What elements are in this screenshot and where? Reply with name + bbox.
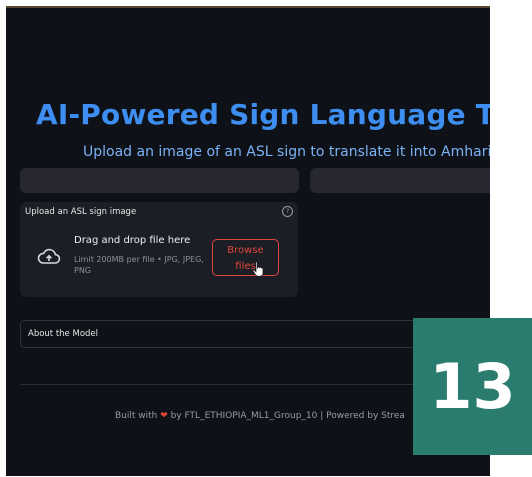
number-badge: 13 bbox=[413, 318, 532, 455]
dropzone-title: Drag and drop file here bbox=[74, 235, 191, 246]
footer-text: Built with ❤ by FTL_ETHIOPIA_ML1_Group_1… bbox=[115, 411, 405, 421]
footer-suffix: by FTL_ETHIOPIA_ML1_Group_10 | Powered b… bbox=[167, 411, 405, 421]
file-uploader: Upload an ASL sign image ? Drag and drop… bbox=[20, 202, 298, 297]
top-decoration-bar bbox=[6, 6, 490, 8]
page-title: AI-Powered Sign Language Trans bbox=[36, 98, 490, 131]
heart-icon: ❤ bbox=[160, 411, 168, 421]
input-bar-left[interactable] bbox=[20, 168, 299, 193]
uploader-label: Upload an ASL sign image bbox=[25, 207, 137, 217]
page-subtitle: Upload an image of an ASL sign to transl… bbox=[83, 144, 490, 160]
browse-files-button[interactable]: Browse files bbox=[212, 239, 279, 276]
expander-label: About the Model bbox=[28, 329, 99, 339]
input-bar-right[interactable] bbox=[310, 168, 490, 193]
browse-label-line1: Browse bbox=[227, 245, 264, 256]
hand-pointer-icon bbox=[252, 261, 264, 277]
dropzone-limit-text: Limit 200MB per file • JPG, JPEG, PNG bbox=[74, 255, 204, 275]
footer-prefix: Built with bbox=[115, 411, 161, 421]
browse-label-line2: files bbox=[235, 261, 256, 272]
help-icon[interactable]: ? bbox=[282, 206, 293, 217]
cloud-upload-icon bbox=[37, 248, 61, 264]
